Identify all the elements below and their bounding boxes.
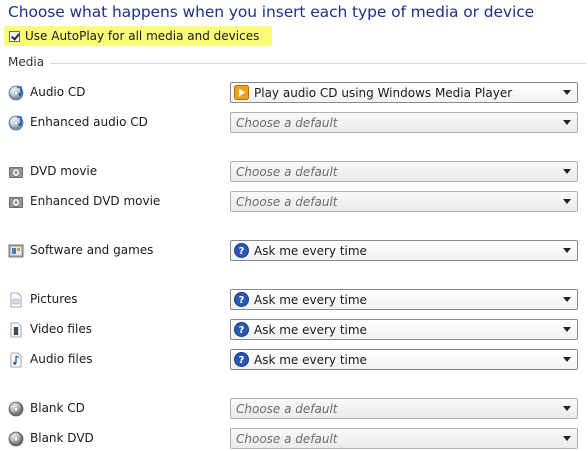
media-type-label: Pictures [30, 292, 78, 306]
media-row: Audio files? Ask me every time [0, 349, 588, 371]
dropdown-value: Ask me every time [254, 322, 367, 337]
chevron-down-icon[interactable] [563, 297, 571, 302]
dropdown-value: Choose a default [236, 431, 338, 446]
dropdown-value: Choose a default [236, 164, 338, 179]
audio-file-icon [8, 352, 24, 368]
svg-text:?: ? [239, 355, 245, 366]
action-dropdown[interactable]: Choose a default [230, 112, 578, 133]
dropdown-value: Ask me every time [254, 352, 367, 367]
dropdown-value: Ask me every time [254, 292, 367, 307]
media-type-label: Blank DVD [30, 431, 94, 445]
action-dropdown[interactable]: ? Ask me every time [230, 240, 578, 261]
media-row: Video files? Ask me every time [0, 319, 588, 341]
chevron-down-icon[interactable] [563, 169, 571, 174]
media-row: Audio CD Play audio CD using Windows Medi… [0, 82, 588, 104]
dropdown-value: Choose a default [236, 194, 338, 209]
chevron-down-icon[interactable] [563, 199, 571, 204]
chevron-down-icon[interactable] [563, 436, 571, 441]
media-player-icon [234, 85, 249, 100]
action-dropdown[interactable]: ? Ask me every time [230, 289, 578, 310]
dropdown-value: Choose a default [236, 115, 338, 130]
media-section-header: Media [8, 55, 45, 69]
chevron-down-icon[interactable] [563, 120, 571, 125]
disc-audio-icon [8, 115, 24, 131]
question-icon: ? [234, 352, 249, 367]
page-title: Choose what happens when you insert each… [8, 3, 535, 21]
question-icon: ? [234, 292, 249, 307]
dropdown-value: Play audio CD using Windows Media Player [254, 85, 513, 100]
dvd-icon [8, 164, 24, 180]
media-row: Enhanced DVD movie Choose a default [0, 191, 588, 213]
action-dropdown[interactable]: Choose a default [230, 428, 578, 449]
media-row: Blank DVD Choose a default [0, 428, 588, 450]
action-dropdown[interactable]: ? Ask me every time [230, 319, 578, 340]
section-divider [50, 63, 586, 64]
media-type-label: DVD movie [30, 164, 98, 178]
blank-disc-icon [8, 431, 24, 447]
blank-disc-icon [8, 401, 24, 417]
svg-text:?: ? [239, 246, 245, 257]
chevron-down-icon[interactable] [563, 90, 571, 95]
chevron-down-icon[interactable] [563, 248, 571, 253]
media-type-label: Video files [30, 322, 92, 336]
question-icon: ? [234, 243, 249, 258]
media-type-label: Enhanced DVD movie [30, 194, 161, 208]
dropdown-value: Choose a default [236, 401, 338, 416]
software-icon [8, 243, 24, 259]
media-type-label: Enhanced audio CD [30, 115, 148, 129]
svg-text:?: ? [239, 325, 245, 336]
media-row: Pictures? Ask me every time [0, 289, 588, 311]
chevron-down-icon[interactable] [563, 327, 571, 332]
chevron-down-icon[interactable] [563, 406, 571, 411]
media-row: Enhanced audio CD Choose a default [0, 112, 588, 134]
action-dropdown[interactable]: Choose a default [230, 161, 578, 182]
question-icon: ? [234, 322, 249, 337]
media-row: Blank CD Choose a default [0, 398, 588, 420]
autoplay-checkbox[interactable] [9, 30, 20, 42]
media-row: DVD movie Choose a default [0, 161, 588, 183]
autoplay-label[interactable]: Use AutoPlay for all media and devices [25, 29, 259, 43]
dvd-icon [8, 194, 24, 210]
video-file-icon [8, 322, 24, 338]
action-dropdown[interactable]: ? Ask me every time [230, 349, 578, 370]
action-dropdown[interactable]: Choose a default [230, 398, 578, 419]
dropdown-value: Ask me every time [254, 243, 367, 258]
action-dropdown[interactable]: Choose a default [230, 191, 578, 212]
media-type-label: Audio files [30, 352, 93, 366]
media-type-label: Audio CD [30, 85, 86, 99]
chevron-down-icon[interactable] [563, 357, 571, 362]
disc-audio-icon [8, 85, 24, 101]
action-dropdown[interactable]: Play audio CD using Windows Media Player [230, 82, 578, 103]
media-type-label: Software and games [30, 243, 154, 257]
media-type-label: Blank CD [30, 401, 85, 415]
pictures-icon [8, 292, 24, 308]
media-row: Software and games? Ask me every time [0, 240, 588, 262]
autoplay-option[interactable]: Use AutoPlay for all media and devices [4, 26, 272, 46]
svg-text:?: ? [239, 295, 245, 306]
